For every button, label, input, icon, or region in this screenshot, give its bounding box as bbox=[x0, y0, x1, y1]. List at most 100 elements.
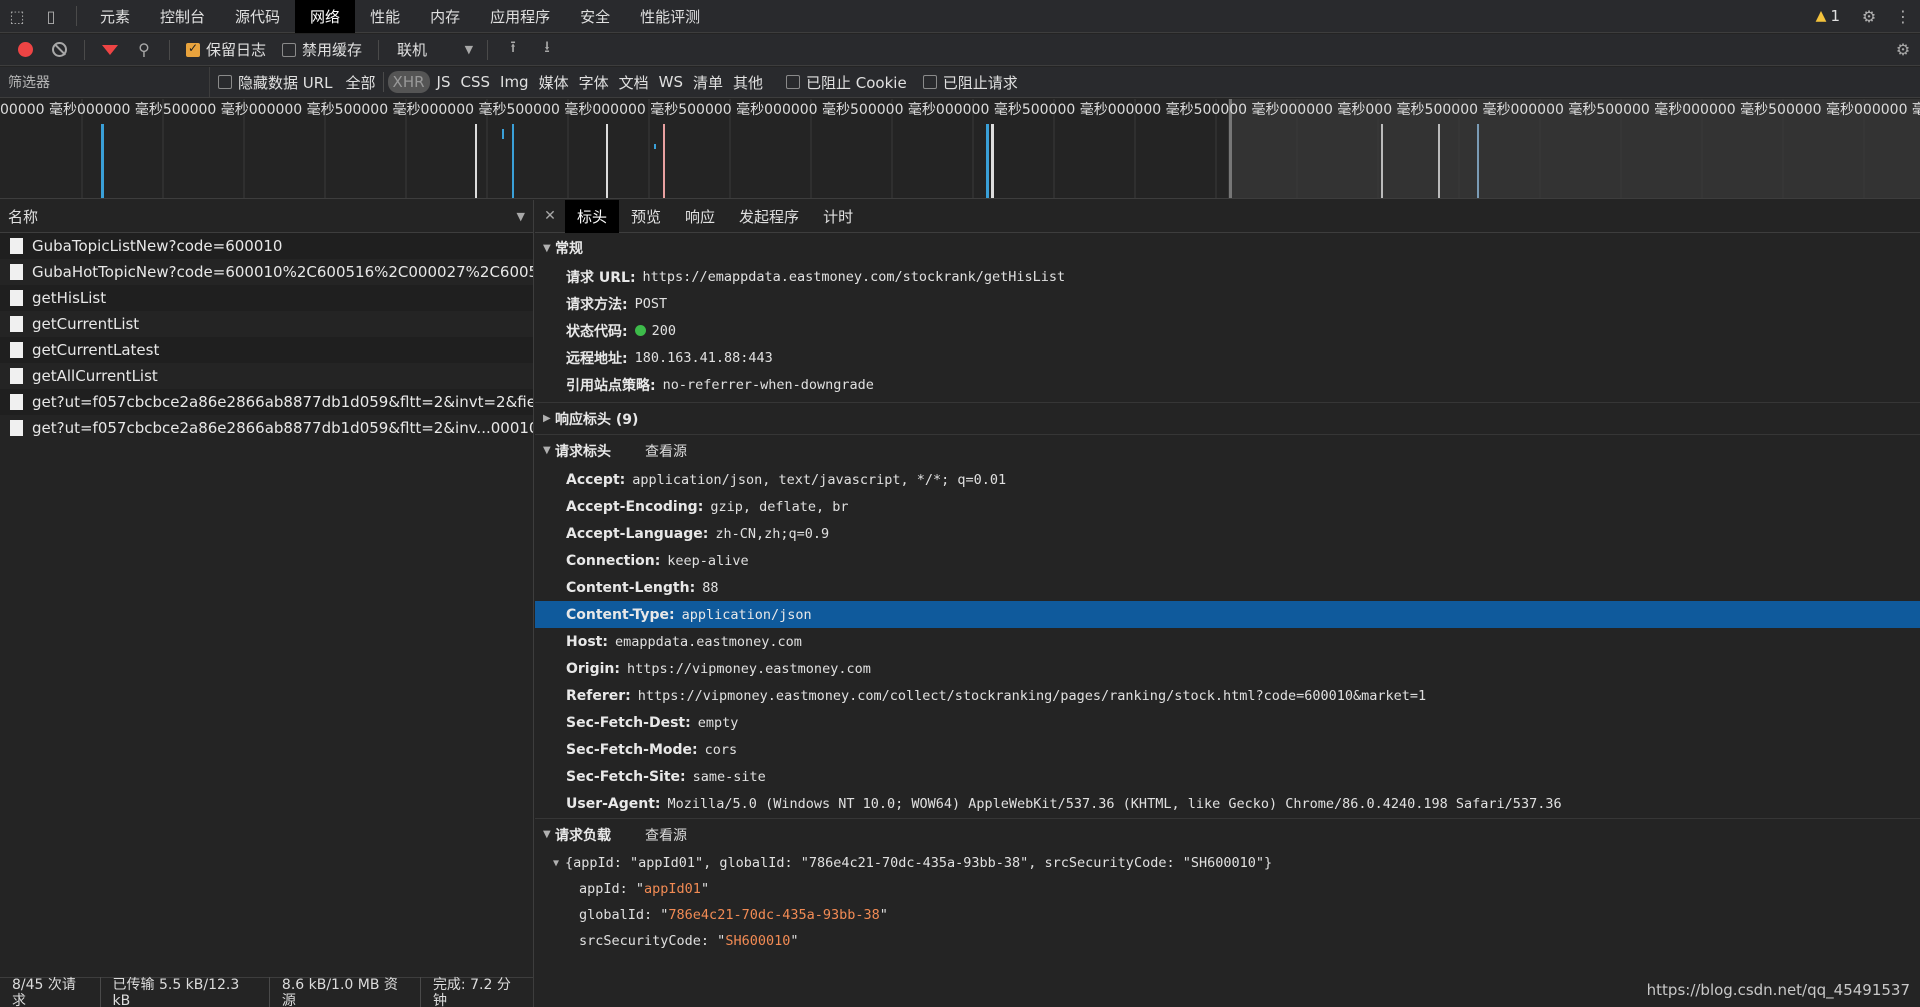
filter-type-font[interactable]: 字体 bbox=[574, 71, 614, 93]
header-row-remote-address[interactable]: 远程地址: 180.163.41.88:443 bbox=[535, 344, 1920, 371]
header-row-method[interactable]: 请求方法: POST bbox=[535, 290, 1920, 317]
settings-gear-icon[interactable]: ⚙ bbox=[1852, 0, 1886, 33]
checkbox-unchecked[interactable] bbox=[218, 75, 232, 89]
header-row-status[interactable]: 状态代码: 200 bbox=[535, 317, 1920, 344]
header-row[interactable]: Connection: keep-alive bbox=[535, 547, 1920, 574]
request-detail-panel: ✕ 标头 预览 响应 发起程序 计时 ▼ 常规 请求 URL: https://e… bbox=[535, 199, 1920, 1007]
view-source-link[interactable]: 查看源 bbox=[645, 441, 687, 461]
header-row[interactable]: Content-Length: 88 bbox=[535, 574, 1920, 601]
tab-memory[interactable]: 内存 bbox=[415, 0, 475, 33]
tab-response[interactable]: 响应 bbox=[673, 200, 727, 233]
more-options-icon[interactable]: ⋮ bbox=[1886, 0, 1920, 33]
payload-field[interactable]: appId: " appId01 " bbox=[535, 876, 1920, 902]
request-row[interactable]: GubaHotTopicNew?code=600010%2C600516%2C0… bbox=[0, 259, 533, 285]
request-row[interactable]: getCurrentList bbox=[0, 311, 533, 337]
tab-timing[interactable]: 计时 bbox=[811, 200, 865, 233]
import-har-button[interactable]: ⭱ bbox=[496, 34, 530, 66]
filter-type-js[interactable]: JS bbox=[432, 71, 456, 93]
quote: " bbox=[790, 933, 799, 949]
header-key: Connection: bbox=[566, 552, 661, 569]
blocked-cookies-checkbox[interactable]: 已阻止 Cookie bbox=[778, 72, 915, 93]
device-toolbar-icon[interactable]: ▯ bbox=[34, 0, 68, 33]
blocked-requests-checkbox[interactable]: 已阻止请求 bbox=[915, 72, 1026, 93]
header-row[interactable]: Sec-Fetch-Mode: cors bbox=[535, 736, 1920, 763]
tab-initiator[interactable]: 发起程序 bbox=[727, 200, 811, 233]
filter-type-css[interactable]: CSS bbox=[455, 71, 495, 93]
export-har-button[interactable]: ⭳ bbox=[530, 34, 564, 66]
filter-type-img[interactable]: Img bbox=[495, 71, 534, 93]
payload-field[interactable]: srcSecurityCode: " SH600010 " bbox=[535, 928, 1920, 954]
network-settings-gear-icon[interactable]: ⚙ bbox=[1886, 34, 1920, 66]
inspect-element-icon[interactable]: ⬚ bbox=[0, 0, 34, 33]
header-row[interactable]: Host: emappdata.eastmoney.com bbox=[535, 628, 1920, 655]
header-key: Host: bbox=[566, 633, 608, 650]
filter-type-ws[interactable]: WS bbox=[654, 71, 688, 93]
tab-console[interactable]: 控制台 bbox=[145, 0, 220, 33]
tab-performance[interactable]: 性能 bbox=[355, 0, 415, 33]
document-icon bbox=[10, 394, 23, 410]
tab-headers[interactable]: 标头 bbox=[565, 199, 620, 233]
request-row[interactable]: get?ut=f057cbcbce2a86e2866ab8877db1d059&… bbox=[0, 415, 533, 441]
tab-security[interactable]: 安全 bbox=[565, 0, 625, 33]
filter-toggle-button[interactable] bbox=[93, 34, 127, 66]
header-row[interactable]: User-Agent: Mozilla/5.0 (Windows NT 10.0;… bbox=[535, 790, 1920, 817]
tab-elements[interactable]: 元素 bbox=[85, 0, 145, 33]
request-row[interactable]: getAllCurrentList bbox=[0, 363, 533, 389]
request-headers-title: 请求标头 bbox=[555, 443, 611, 460]
filter-type-doc[interactable]: 文档 bbox=[614, 71, 654, 93]
header-key: 请求 URL: bbox=[566, 269, 636, 286]
filter-type-other[interactable]: 其他 bbox=[728, 71, 768, 93]
header-row[interactable]: Origin: https://vipmoney.eastmoney.com bbox=[535, 655, 1920, 682]
disable-cache-checkbox[interactable]: 禁用缓存 bbox=[274, 39, 370, 60]
header-row[interactable]: Accept-Language: zh-CN,zh;q=0.9 bbox=[535, 520, 1920, 547]
request-row[interactable]: getHisList bbox=[0, 285, 533, 311]
hide-data-urls-checkbox[interactable]: 隐藏数据 URL bbox=[210, 72, 341, 93]
tab-application[interactable]: 应用程序 bbox=[475, 0, 565, 33]
header-row[interactable]: Sec-Fetch-Dest: empty bbox=[535, 709, 1920, 736]
view-source-link[interactable]: 查看源 bbox=[645, 825, 687, 845]
request-row[interactable]: get?ut=f057cbcbce2a86e2866ab8877db1d059&… bbox=[0, 389, 533, 415]
tab-preview[interactable]: 预览 bbox=[619, 200, 673, 233]
general-section-header[interactable]: ▼ 常规 bbox=[535, 233, 1920, 263]
transferred-size: 已传输 5.5 kB/12.3 kB bbox=[101, 976, 270, 1007]
header-row-request-url[interactable]: 请求 URL: https://emappdata.eastmoney.com/s… bbox=[535, 263, 1920, 290]
record-icon bbox=[17, 42, 33, 57]
header-row[interactable]: Sec-Fetch-Site: same-site bbox=[535, 763, 1920, 790]
tab-lighthouse[interactable]: 性能评测 bbox=[625, 0, 715, 33]
request-payload-header[interactable]: ▼ 请求负载 查看源 bbox=[535, 819, 1920, 850]
header-row[interactable]: Accept: application/json, text/javascript… bbox=[535, 466, 1920, 493]
name-column-header[interactable]: 名称 ▼ bbox=[0, 200, 533, 233]
header-row-selected[interactable]: Content-Type: application/json bbox=[535, 601, 1920, 628]
checkbox-unchecked[interactable] bbox=[922, 75, 937, 89]
payload-field[interactable]: globalId: " 786e4c21-70dc-435a-93bb-38 " bbox=[535, 902, 1920, 928]
request-row[interactable]: GubaTopicListNew?code=600010 bbox=[0, 233, 533, 259]
throttling-select[interactable]: 联机 ▼ bbox=[391, 39, 479, 60]
filter-input[interactable]: 筛选器 bbox=[0, 66, 210, 98]
filter-type-xhr[interactable]: XHR bbox=[387, 71, 430, 93]
checkbox-unchecked[interactable] bbox=[786, 75, 801, 89]
request-name: get?ut=f057cbcbce2a86e2866ab8877db1d059&… bbox=[32, 393, 533, 411]
close-icon[interactable]: ✕ bbox=[535, 208, 565, 224]
checkbox-checked[interactable] bbox=[186, 41, 200, 57]
header-row[interactable]: Accept-Encoding: gzip, deflate, br bbox=[535, 493, 1920, 520]
header-row[interactable]: Referer: https://vipmoney.eastmoney.com/c… bbox=[535, 682, 1920, 709]
search-button[interactable]: ⚲ bbox=[127, 34, 161, 66]
request-row[interactable]: getCurrentLatest bbox=[0, 337, 533, 363]
filter-type-all[interactable]: 全部 bbox=[341, 71, 381, 93]
timeline-overview[interactable]: 00000 毫秒000000 毫秒500000 毫秒000000 毫秒50000… bbox=[0, 99, 1920, 199]
tab-network[interactable]: 网络 bbox=[295, 0, 356, 33]
filter-type-manifest[interactable]: 清单 bbox=[688, 71, 728, 93]
preserve-log-checkbox[interactable]: 保留日志 bbox=[178, 39, 274, 60]
warnings-counter[interactable]: ▲ 1 bbox=[1804, 7, 1852, 25]
clear-button[interactable] bbox=[42, 34, 76, 66]
header-row-referrer-policy[interactable]: 引用站点策略: no-referrer-when-downgrade bbox=[535, 371, 1920, 398]
request-headers-header[interactable]: ▼ 请求标头 查看源 bbox=[535, 435, 1920, 466]
response-headers-header[interactable]: ▶ 响应标头 (9) bbox=[535, 403, 1920, 434]
tab-sources[interactable]: 源代码 bbox=[220, 0, 295, 33]
header-value: Mozilla/5.0 (Windows NT 10.0; WOW64) App… bbox=[667, 795, 1562, 812]
filter-type-media[interactable]: 媒体 bbox=[534, 71, 574, 93]
payload-object-summary[interactable]: ▼ {appId: "appId01", globalId: "786e4c21… bbox=[535, 850, 1920, 876]
record-button[interactable] bbox=[8, 34, 42, 66]
checkbox-unchecked[interactable] bbox=[282, 42, 297, 57]
document-icon bbox=[10, 420, 23, 436]
